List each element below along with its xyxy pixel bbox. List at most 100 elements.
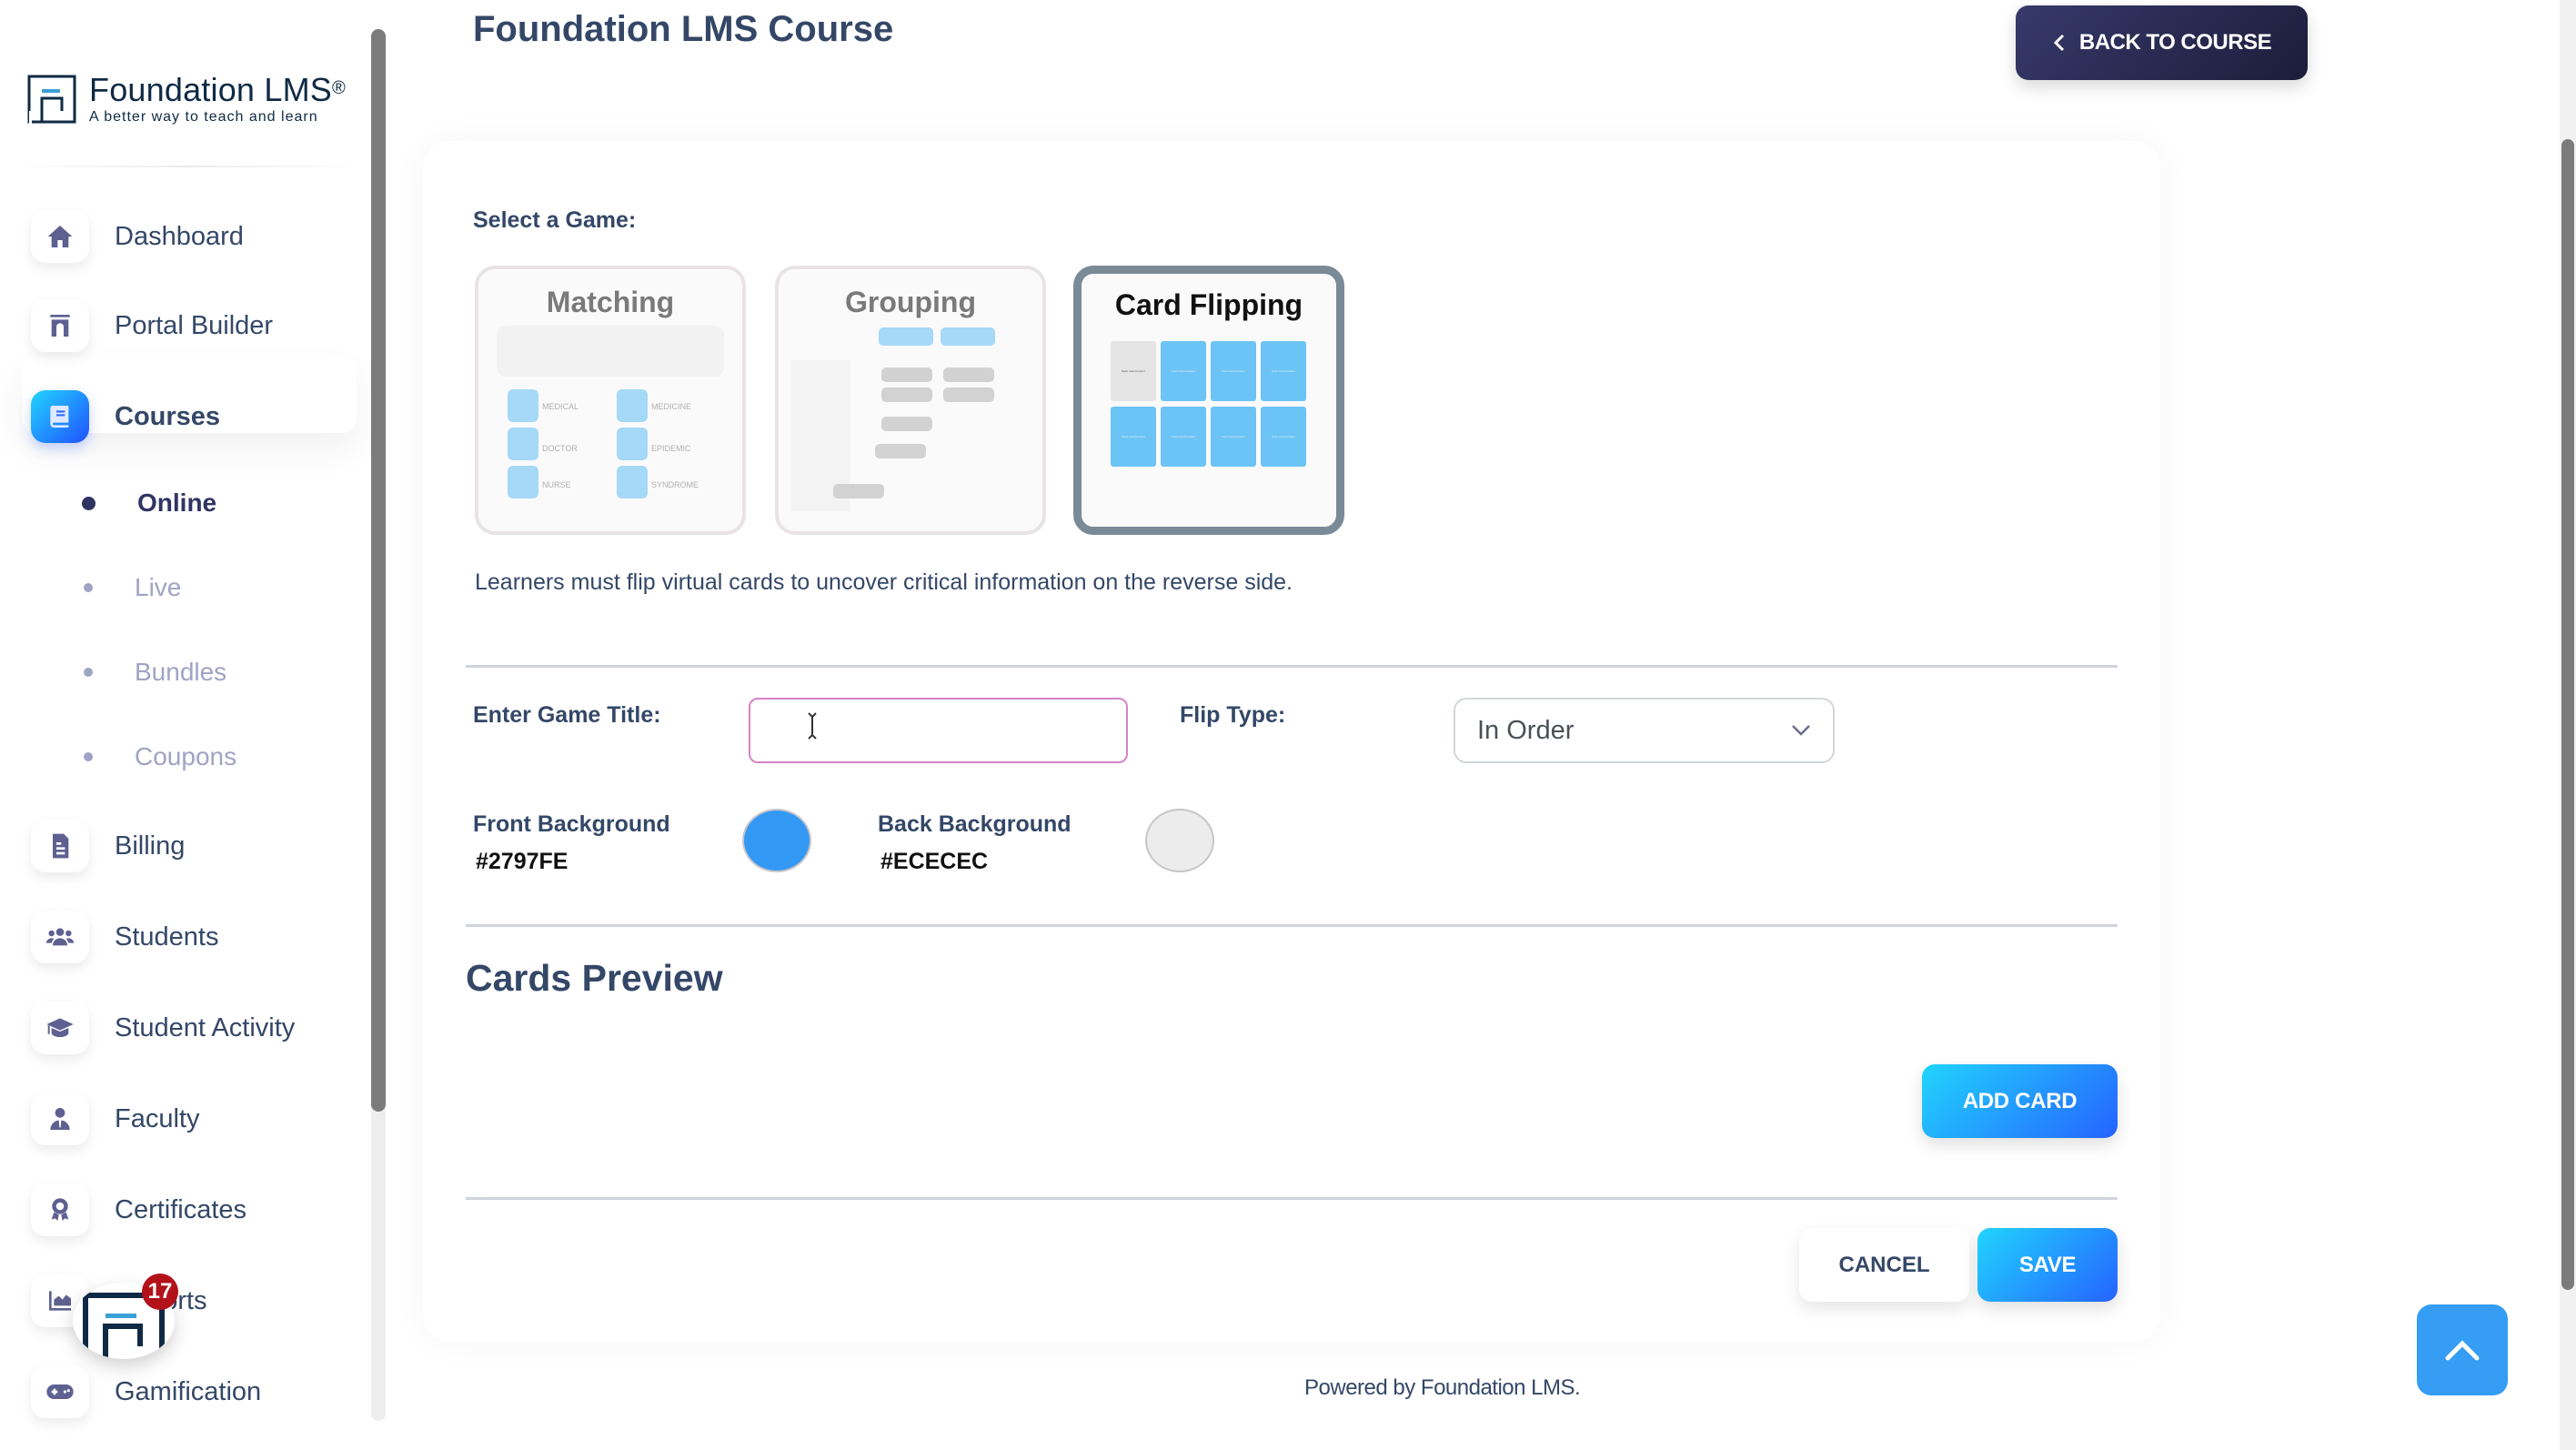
sidebar-divider — [13, 166, 366, 167]
sidebar-item-label: Students — [115, 921, 219, 952]
game-option-card-flipping[interactable]: Card Flipping Back Card Content Front Ca… — [1073, 266, 1344, 535]
sidebar-subitem-label: Live — [135, 573, 182, 601]
section-divider — [466, 665, 2118, 668]
sidebar-subitem-bundles[interactable]: Bundles — [84, 654, 226, 690]
book-icon — [31, 390, 89, 443]
sidebar-item-label: Billing — [115, 831, 186, 861]
preview-card-front: Front Card Content — [1211, 407, 1256, 467]
save-button[interactable]: SAVE — [1977, 1228, 2118, 1302]
matching-preview-label: DOCTOR — [542, 444, 578, 453]
registered-mark: ® — [331, 78, 346, 98]
scroll-to-top-button[interactable] — [2417, 1304, 2508, 1395]
grouping-preview-item — [943, 368, 994, 382]
grouping-preview-item — [881, 368, 932, 382]
matching-preview-tile — [617, 428, 648, 460]
matching-preview-label: MEDICAL — [542, 402, 579, 411]
back-background-color-picker[interactable] — [1145, 809, 1214, 872]
front-background-hex: #2797FE — [476, 849, 569, 874]
bullet-icon — [84, 752, 93, 761]
sidebar-item-label: Student Activity — [115, 1012, 296, 1042]
preview-card-front: Front Card Content — [1161, 341, 1206, 401]
sidebar-subitem-online[interactable]: Online — [82, 485, 217, 521]
back-background-label: Back Background — [878, 811, 1072, 837]
front-background-color-picker[interactable] — [742, 809, 811, 872]
flip-type-select[interactable]: In Order — [1454, 698, 1835, 763]
chevron-down-icon — [1792, 725, 1810, 736]
add-card-button[interactable]: ADD CARD — [1922, 1064, 2118, 1138]
page-title: Foundation LMS Course — [473, 9, 894, 49]
sidebar-item-gamification[interactable]: Gamification — [31, 1363, 261, 1421]
gamepad-icon — [31, 1365, 89, 1418]
grouping-preview-item — [875, 444, 926, 458]
matching-preview-tile — [508, 428, 538, 460]
section-divider — [466, 1197, 2118, 1200]
sidebar-item-label: Faculty — [115, 1103, 200, 1133]
game-option-title: Card Flipping — [1114, 288, 1303, 321]
sidebar-item-faculty[interactable]: Faculty — [31, 1090, 199, 1148]
game-option-matching[interactable]: Matching MEDICAL MEDICINE DOCTOR EPIDEMI… — [475, 266, 746, 535]
matching-preview-tile — [617, 389, 648, 422]
sidebar: Foundation LMS® A better way to teach an… — [0, 0, 371, 1450]
sidebar-item-dashboard[interactable]: Dashboard — [31, 207, 244, 266]
sidebar-subitem-coupons[interactable]: Coupons — [84, 739, 236, 775]
grouping-preview-header — [879, 327, 933, 346]
text-cursor-icon — [808, 712, 817, 740]
game-description: Learners must flip virtual cards to unco… — [475, 569, 1293, 595]
sidebar-subitem-label: Online — [137, 488, 217, 517]
invoice-icon — [31, 820, 89, 872]
grouping-preview-item — [881, 417, 932, 431]
bullet-icon — [84, 583, 93, 592]
preview-card-front: Front Card Content — [1111, 407, 1156, 467]
graduation-cap-icon — [31, 1002, 89, 1054]
grouping-preview-item — [943, 388, 994, 402]
sidebar-scrollbar-thumb[interactable] — [371, 29, 386, 1112]
sidebar-item-portal-builder[interactable]: Portal Builder — [31, 297, 273, 355]
sidebar-item-certificates[interactable]: Certificates — [31, 1181, 247, 1239]
cancel-button[interactable]: CANCEL — [1799, 1228, 1969, 1302]
brand-logo[interactable]: Foundation LMS® A better way to teach an… — [27, 73, 346, 126]
preview-card-back: Back Card Content — [1111, 341, 1156, 401]
back-to-course-label: BACK TO COURSE — [2078, 30, 2272, 55]
front-background-label: Front Background — [473, 811, 670, 837]
preview-card-front: Front Card Content — [1261, 341, 1306, 401]
select-game-label: Select a Game: — [473, 207, 637, 233]
grouping-preview-item — [833, 484, 884, 498]
back-to-course-button[interactable]: BACK TO COURSE — [2016, 5, 2308, 80]
home-icon — [31, 210, 89, 263]
preview-card-front: Front Card Content — [1161, 407, 1206, 467]
sidebar-item-label: Gamification — [115, 1376, 262, 1406]
sidebar-item-students[interactable]: Students — [31, 908, 218, 966]
cards-preview-heading: Cards Preview — [466, 957, 723, 999]
chevron-left-icon — [2053, 34, 2064, 52]
brand-tagline: A better way to teach and learn — [89, 109, 318, 125]
matching-preview-tile — [508, 466, 538, 498]
page-scrollbar-thumb[interactable] — [2561, 139, 2574, 1290]
sidebar-subitem-live[interactable]: Live — [84, 569, 181, 606]
flip-type-value: In Order — [1477, 715, 1575, 745]
matching-preview-label: SYNDROME — [651, 480, 699, 489]
sidebar-item-billing[interactable]: Billing — [31, 817, 185, 875]
foundation-logo-icon — [27, 75, 76, 124]
game-option-title: Matching — [546, 286, 675, 318]
users-icon — [31, 911, 89, 963]
sidebar-item-courses[interactable]: Courses — [31, 388, 220, 446]
game-option-grouping[interactable]: Grouping — [775, 266, 1046, 535]
portal-icon — [31, 299, 89, 352]
game-option-title: Grouping — [845, 286, 976, 318]
preview-card-front: Front Card Content — [1211, 341, 1256, 401]
sidebar-item-label: Portal Builder — [115, 310, 274, 340]
sidebar-subitem-label: Coupons — [135, 742, 237, 770]
faculty-icon — [31, 1093, 89, 1145]
brand-name: Foundation LMS — [89, 71, 332, 108]
grouping-preview-item — [881, 388, 932, 402]
grouping-preview-header — [941, 327, 995, 346]
matching-preview-box — [497, 326, 724, 377]
chevron-up-icon — [2445, 1340, 2480, 1361]
sidebar-item-label: Dashboard — [115, 221, 244, 251]
notification-badge: 17 — [142, 1274, 178, 1310]
bullet-icon — [82, 496, 96, 510]
bullet-icon — [84, 668, 93, 677]
sidebar-item-student-activity[interactable]: Student Activity — [31, 999, 295, 1057]
matching-preview-label: NURSE — [542, 480, 571, 489]
matching-preview-tile — [617, 466, 648, 498]
